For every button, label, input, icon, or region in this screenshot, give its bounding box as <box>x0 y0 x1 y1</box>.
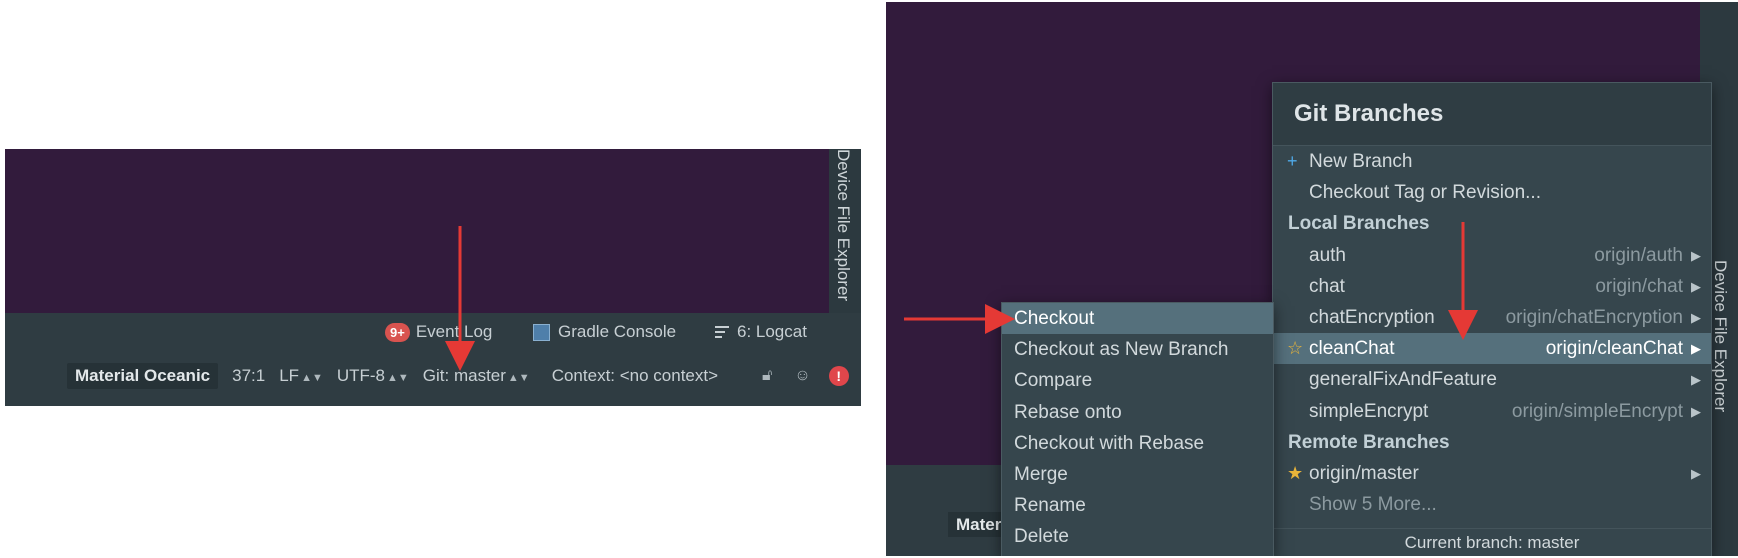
merge-item[interactable]: Merge <box>1002 459 1273 490</box>
current-branch-label: Current branch: master <box>1273 528 1711 556</box>
new-branch-item[interactable]: + New Branch <box>1273 146 1711 177</box>
compare-item[interactable]: Compare <box>1002 365 1273 396</box>
lock-icon[interactable]: 🔓︎ <box>762 367 772 385</box>
star-outline-icon: ☆ <box>1287 338 1304 359</box>
remote-branches-header: Remote Branches <box>1288 431 1450 453</box>
popup-title: Git Branches <box>1273 83 1711 146</box>
branch-item-auth[interactable]: auth origin/auth ▶ <box>1273 240 1711 271</box>
gradle-console-icon <box>533 323 550 341</box>
submenu-arrow-icon: ▶ <box>1691 341 1701 357</box>
star-icon: ★ <box>1287 462 1304 483</box>
submenu-arrow-icon: ▶ <box>1691 372 1701 388</box>
editor-area <box>5 149 829 313</box>
submenu-arrow-icon: ▶ <box>1691 309 1701 325</box>
branch-item-chat[interactable]: chat origin/chat ▶ <box>1273 271 1711 302</box>
checkout-with-rebase-item[interactable]: Checkout with Rebase <box>1002 428 1273 459</box>
device-file-explorer-tab[interactable]: Device File Explorer <box>1710 260 1730 412</box>
branch-item-generalfixandfeature[interactable]: generalFixAndFeature ▶ <box>1273 364 1711 395</box>
left-ide-screenshot: Device File Explorer 9+ Event Log Gradle… <box>5 149 861 406</box>
notification-badge: 9+ <box>385 322 410 342</box>
show-more-item[interactable]: Show 5 More... <box>1273 489 1711 520</box>
logcat-button[interactable]: 6: Logcat <box>715 319 807 345</box>
submenu-arrow-icon: ▶ <box>1691 465 1701 481</box>
status-bar: Material Oceanic 37:1 LF ▲▼ UTF-8 ▲▼ Git: … <box>67 361 861 391</box>
caret-position[interactable]: 37:1 <box>232 366 265 386</box>
right-ide-screenshot: Device File Explorer Mater Git Branches … <box>886 2 1738 556</box>
local-branches-header: Local Branches <box>1288 213 1430 235</box>
submenu-arrow-icon: ▶ <box>1691 403 1701 419</box>
branch-item-chatencryption[interactable]: chatEncryption origin/chatEncryption ▶ <box>1273 302 1711 333</box>
line-separator-widget[interactable]: LF ▲▼ <box>279 366 323 386</box>
updown-icon: ▲▼ <box>301 372 323 384</box>
git-branch-widget[interactable]: Git: master ▲▼ <box>423 366 530 386</box>
event-log-button[interactable]: 9+ Event Log <box>385 319 492 345</box>
checkout-item[interactable]: Checkout <box>1002 303 1273 335</box>
rename-item[interactable]: Rename <box>1002 490 1273 521</box>
updown-icon: ▲▼ <box>387 372 409 384</box>
error-icon[interactable]: ! <box>828 366 849 386</box>
branch-item-simpleencrypt[interactable]: simpleEncrypt origin/simpleEncrypt ▶ <box>1273 396 1711 427</box>
inspector-icon[interactable]: ☺︎ <box>794 367 810 385</box>
branch-item-origin-master[interactable]: ★ origin/master ▶ <box>1273 458 1711 489</box>
branch-item-cleanchat[interactable]: ☆ cleanChat origin/cleanChat ▶ <box>1273 333 1711 365</box>
gradle-console-button[interactable]: Gradle Console <box>533 319 676 345</box>
encoding-widget[interactable]: UTF-8 ▲▼ <box>337 366 409 386</box>
delete-item[interactable]: Delete <box>1002 521 1273 552</box>
submenu-arrow-icon: ▶ <box>1691 247 1701 263</box>
plus-icon: + <box>1287 151 1298 171</box>
git-branches-popup: Git Branches + New Branch Checkout Tag o… <box>1272 82 1712 556</box>
submenu-arrow-icon: ▶ <box>1691 278 1701 294</box>
updown-icon: ▲▼ <box>507 372 530 384</box>
checkout-tag-item[interactable]: Checkout Tag or Revision... <box>1273 177 1711 208</box>
context-widget[interactable]: Context: <no context> <box>552 366 718 386</box>
rebase-onto-item[interactable]: Rebase onto <box>1002 397 1273 428</box>
device-file-explorer-tab[interactable]: Device File Explorer <box>833 149 853 301</box>
logcat-icon <box>715 323 729 341</box>
checkout-as-new-branch-item[interactable]: Checkout as New Branch <box>1002 334 1273 365</box>
side-tool-strip: Device File Explorer <box>829 149 861 313</box>
branch-actions-submenu: Checkout Checkout as New Branch Compare … <box>1001 302 1274 556</box>
theme-indicator[interactable]: Material Oceanic <box>67 363 219 389</box>
